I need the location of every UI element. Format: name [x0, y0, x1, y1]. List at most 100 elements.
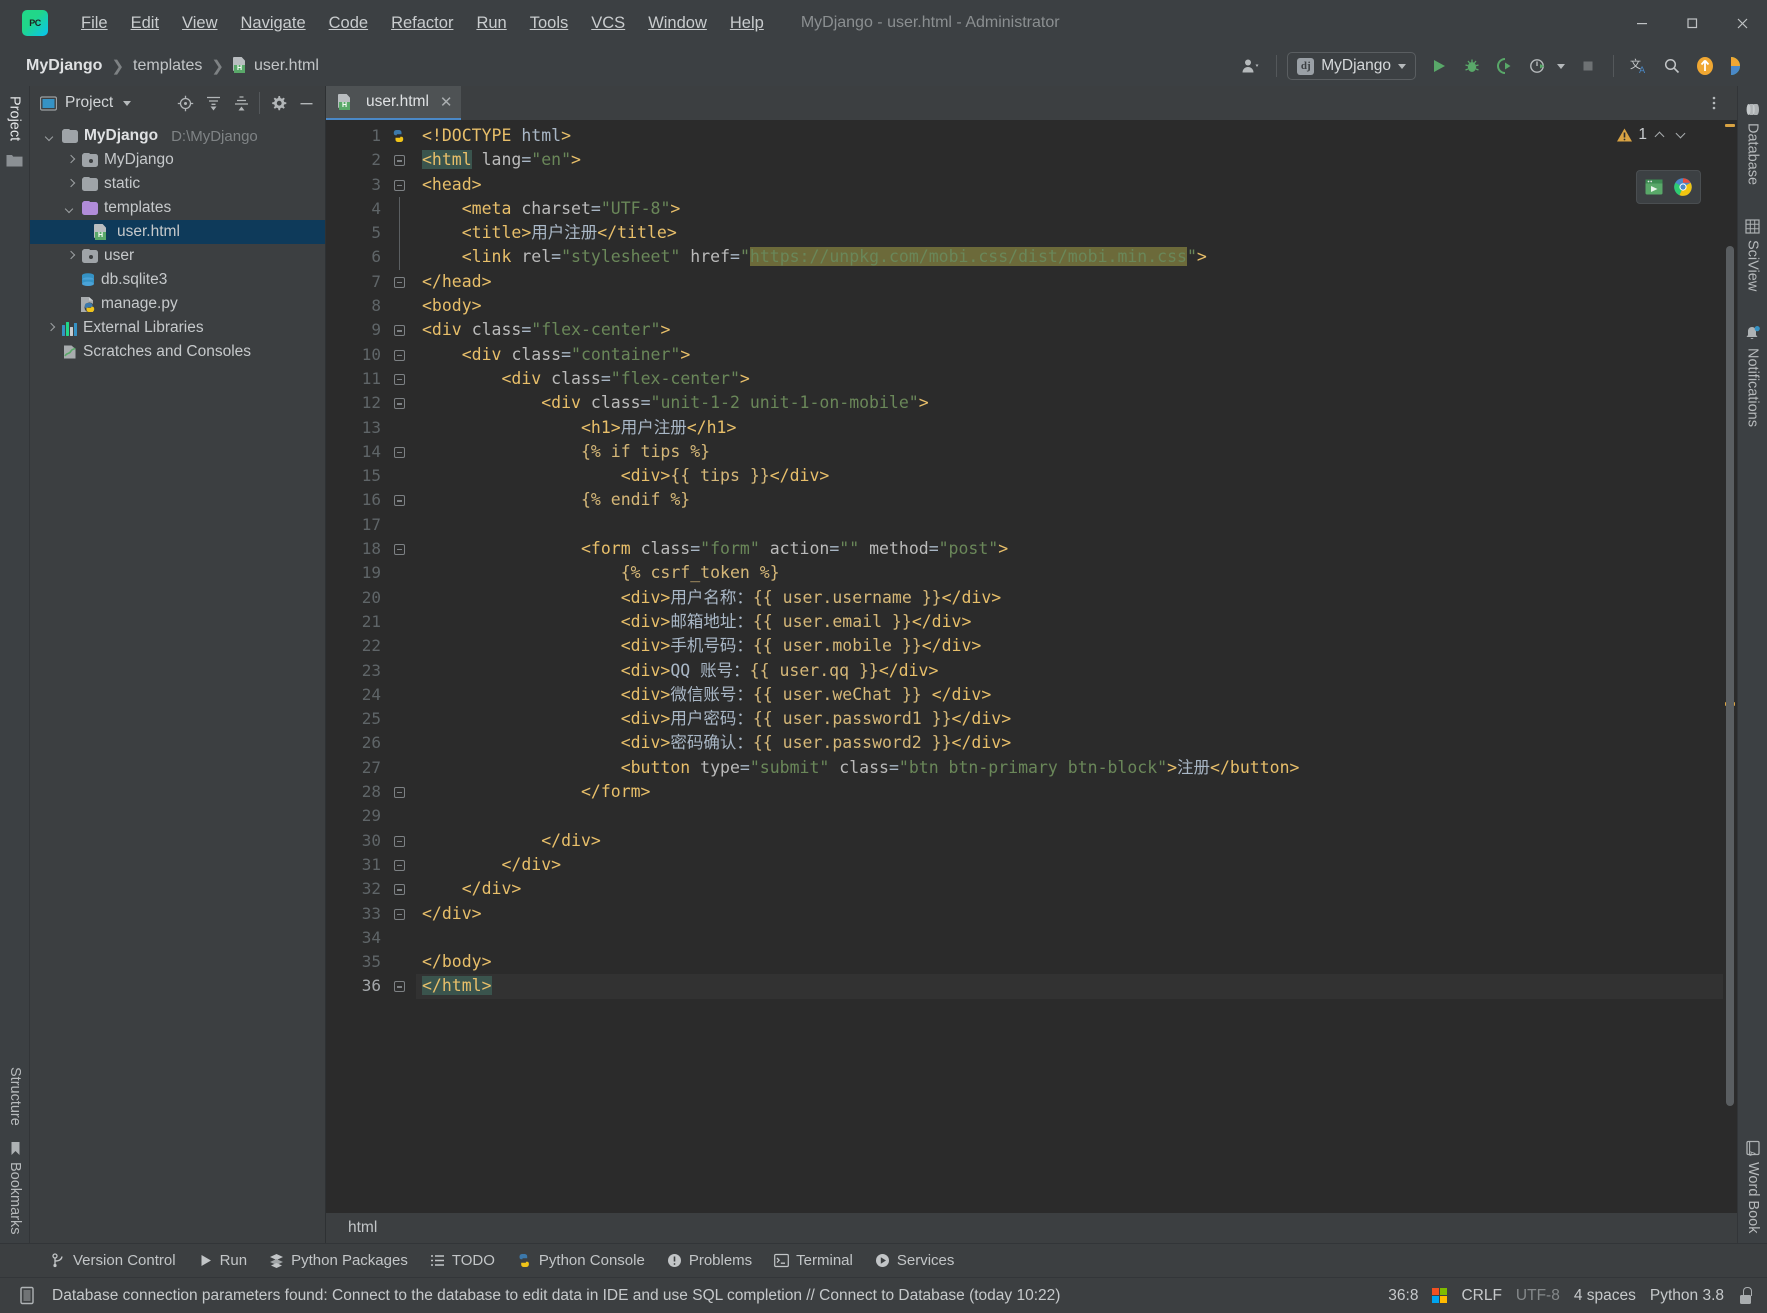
fold-marker-line18[interactable]: [388, 537, 416, 561]
account-settings-button[interactable]: [1236, 51, 1266, 81]
fold-marker-line33[interactable]: [388, 902, 416, 926]
fold-marker-line10[interactable]: [388, 343, 416, 367]
run-with-coverage-button[interactable]: [1490, 51, 1520, 81]
editor-breadcrumb-html[interactable]: html: [348, 1219, 377, 1237]
hide-panel-button[interactable]: [293, 90, 319, 116]
breadcrumb-file[interactable]: user.html: [229, 56, 323, 76]
vertical-scrollbar-thumb[interactable]: [1726, 246, 1734, 1106]
tree-row-mydjango-root[interactable]: MyDjango D:\MyDjango: [30, 124, 325, 148]
editor-markup-scrollbar[interactable]: [1723, 120, 1737, 1213]
menu-help[interactable]: Help: [719, 10, 775, 37]
breadcrumb-project[interactable]: MyDjango: [22, 56, 106, 76]
fold-marker-line28[interactable]: [388, 780, 416, 804]
collapse-all-button[interactable]: [228, 90, 254, 116]
editor-tab-user-html[interactable]: user.html ✕: [326, 86, 462, 120]
code-folding-gutter[interactable]: [388, 120, 416, 1213]
warning-marker[interactable]: [1725, 124, 1735, 127]
tool-window-python-console[interactable]: Python Console: [508, 1248, 654, 1273]
debug-button[interactable]: [1457, 51, 1487, 81]
chevron-right-icon[interactable]: [44, 322, 57, 335]
fold-marker-line36[interactable]: [388, 974, 416, 998]
menu-navigate[interactable]: Navigate: [230, 10, 317, 37]
tool-window-version-control[interactable]: Version Control: [42, 1248, 185, 1273]
tool-window-services[interactable]: Services: [866, 1248, 964, 1273]
fold-marker-line32[interactable]: [388, 877, 416, 901]
menu-vcs[interactable]: VCS: [580, 10, 636, 37]
project-settings-button[interactable]: [265, 90, 291, 116]
inspection-status-widget[interactable]: 1: [1616, 126, 1689, 144]
editor-more-options-button[interactable]: [1699, 88, 1729, 118]
sidebar-tab-bookmarks[interactable]: Bookmarks: [7, 1141, 23, 1235]
fold-marker-line31[interactable]: [388, 853, 416, 877]
previous-problem-icon[interactable]: [1652, 127, 1668, 143]
run-configuration-selector[interactable]: dj MyDjango: [1287, 52, 1416, 80]
run-button[interactable]: [1424, 51, 1454, 81]
menu-run[interactable]: Run: [465, 10, 517, 37]
python-run-gutter-icon[interactable]: [391, 128, 407, 144]
locate-file-button[interactable]: [172, 90, 198, 116]
stop-button[interactable]: [1573, 51, 1603, 81]
tool-window-run[interactable]: Run: [189, 1248, 257, 1273]
fold-marker-line3[interactable]: [388, 173, 416, 197]
profile-dropdown-chevron-icon[interactable]: [1557, 63, 1565, 69]
status-message[interactable]: Database connection parameters found: Co…: [52, 1287, 1060, 1305]
tree-row-db-sqlite3[interactable]: db.sqlite3: [30, 268, 325, 292]
project-view-chevron-icon[interactable]: [123, 100, 132, 106]
fold-marker-line2[interactable]: [388, 148, 416, 172]
ide-features-button[interactable]: [1723, 51, 1753, 81]
preview-in-chrome-button[interactable]: [1670, 174, 1696, 200]
menu-edit[interactable]: Edit: [120, 10, 170, 37]
tree-row-user[interactable]: user: [30, 244, 325, 268]
sidebar-tab-database[interactable]: Database: [1745, 102, 1761, 185]
code-text-area[interactable]: <!DOCTYPE html> <html lang="en"> <head> …: [416, 120, 1723, 1213]
translate-button[interactable]: 文 A: [1624, 51, 1654, 81]
menu-tools[interactable]: Tools: [519, 10, 580, 37]
fold-marker-line14[interactable]: [388, 440, 416, 464]
menu-code[interactable]: Code: [318, 10, 379, 37]
chevron-right-icon[interactable]: [64, 178, 77, 191]
sidebar-tab-project[interactable]: Project: [7, 96, 23, 141]
fold-marker-line9[interactable]: [388, 318, 416, 342]
indent-setting[interactable]: 4 spaces: [1574, 1287, 1636, 1305]
minimize-button[interactable]: [1617, 0, 1667, 46]
fold-marker-line11[interactable]: [388, 367, 416, 391]
tool-window-terminal[interactable]: Terminal: [765, 1248, 862, 1273]
sidebar-tab-sciview[interactable]: SciView: [1745, 219, 1761, 291]
fold-marker-line12[interactable]: [388, 391, 416, 415]
update-project-button[interactable]: [1690, 51, 1720, 81]
sidebar-tab-structure[interactable]: Structure: [7, 1067, 23, 1126]
tree-row-manage-py[interactable]: manage.py: [30, 292, 325, 316]
preview-in-builtin-browser-button[interactable]: [1641, 174, 1667, 200]
file-encoding[interactable]: UTF-8: [1516, 1287, 1560, 1305]
project-stripe-icon[interactable]: [6, 153, 23, 173]
menu-window[interactable]: Window: [637, 10, 718, 37]
tree-row-scratches-consoles[interactable]: Scratches and Consoles: [30, 340, 325, 364]
tree-row-user-html[interactable]: user.html: [30, 220, 325, 244]
maximize-button[interactable]: [1667, 0, 1717, 46]
python-interpreter[interactable]: Python 3.8: [1650, 1287, 1724, 1305]
menu-file[interactable]: File: [70, 10, 119, 37]
windows-logo-icon[interactable]: [1432, 1288, 1448, 1303]
expand-all-button[interactable]: [200, 90, 226, 116]
sidebar-tab-notifications[interactable]: Notifications: [1744, 325, 1761, 427]
chevron-right-icon[interactable]: [64, 154, 77, 167]
tool-window-problems[interactable]: Problems: [658, 1248, 761, 1273]
next-problem-icon[interactable]: [1673, 127, 1689, 143]
fold-marker-line7[interactable]: [388, 270, 416, 294]
menu-refactor[interactable]: Refactor: [380, 10, 464, 37]
tree-row-external-libraries[interactable]: External Libraries: [30, 316, 325, 340]
menu-view[interactable]: View: [171, 10, 228, 37]
chevron-down-icon[interactable]: [64, 202, 77, 215]
line-separator[interactable]: CRLF: [1461, 1287, 1501, 1305]
sidebar-tab-word-book[interactable]: A Word Book: [1745, 1140, 1761, 1233]
tree-row-mydjango-module[interactable]: MyDjango: [30, 148, 325, 172]
search-everywhere-button[interactable]: [1657, 51, 1687, 81]
tree-row-templates[interactable]: templates: [30, 196, 325, 220]
breadcrumb-folder[interactable]: templates: [129, 56, 206, 76]
tool-window-todo[interactable]: TODO: [421, 1248, 504, 1273]
read-only-lock-icon[interactable]: [1738, 1287, 1753, 1304]
chevron-down-icon[interactable]: [44, 130, 57, 143]
close-tab-icon[interactable]: ✕: [440, 93, 453, 111]
profile-button[interactable]: [1523, 51, 1553, 81]
chevron-right-icon[interactable]: [64, 250, 77, 263]
